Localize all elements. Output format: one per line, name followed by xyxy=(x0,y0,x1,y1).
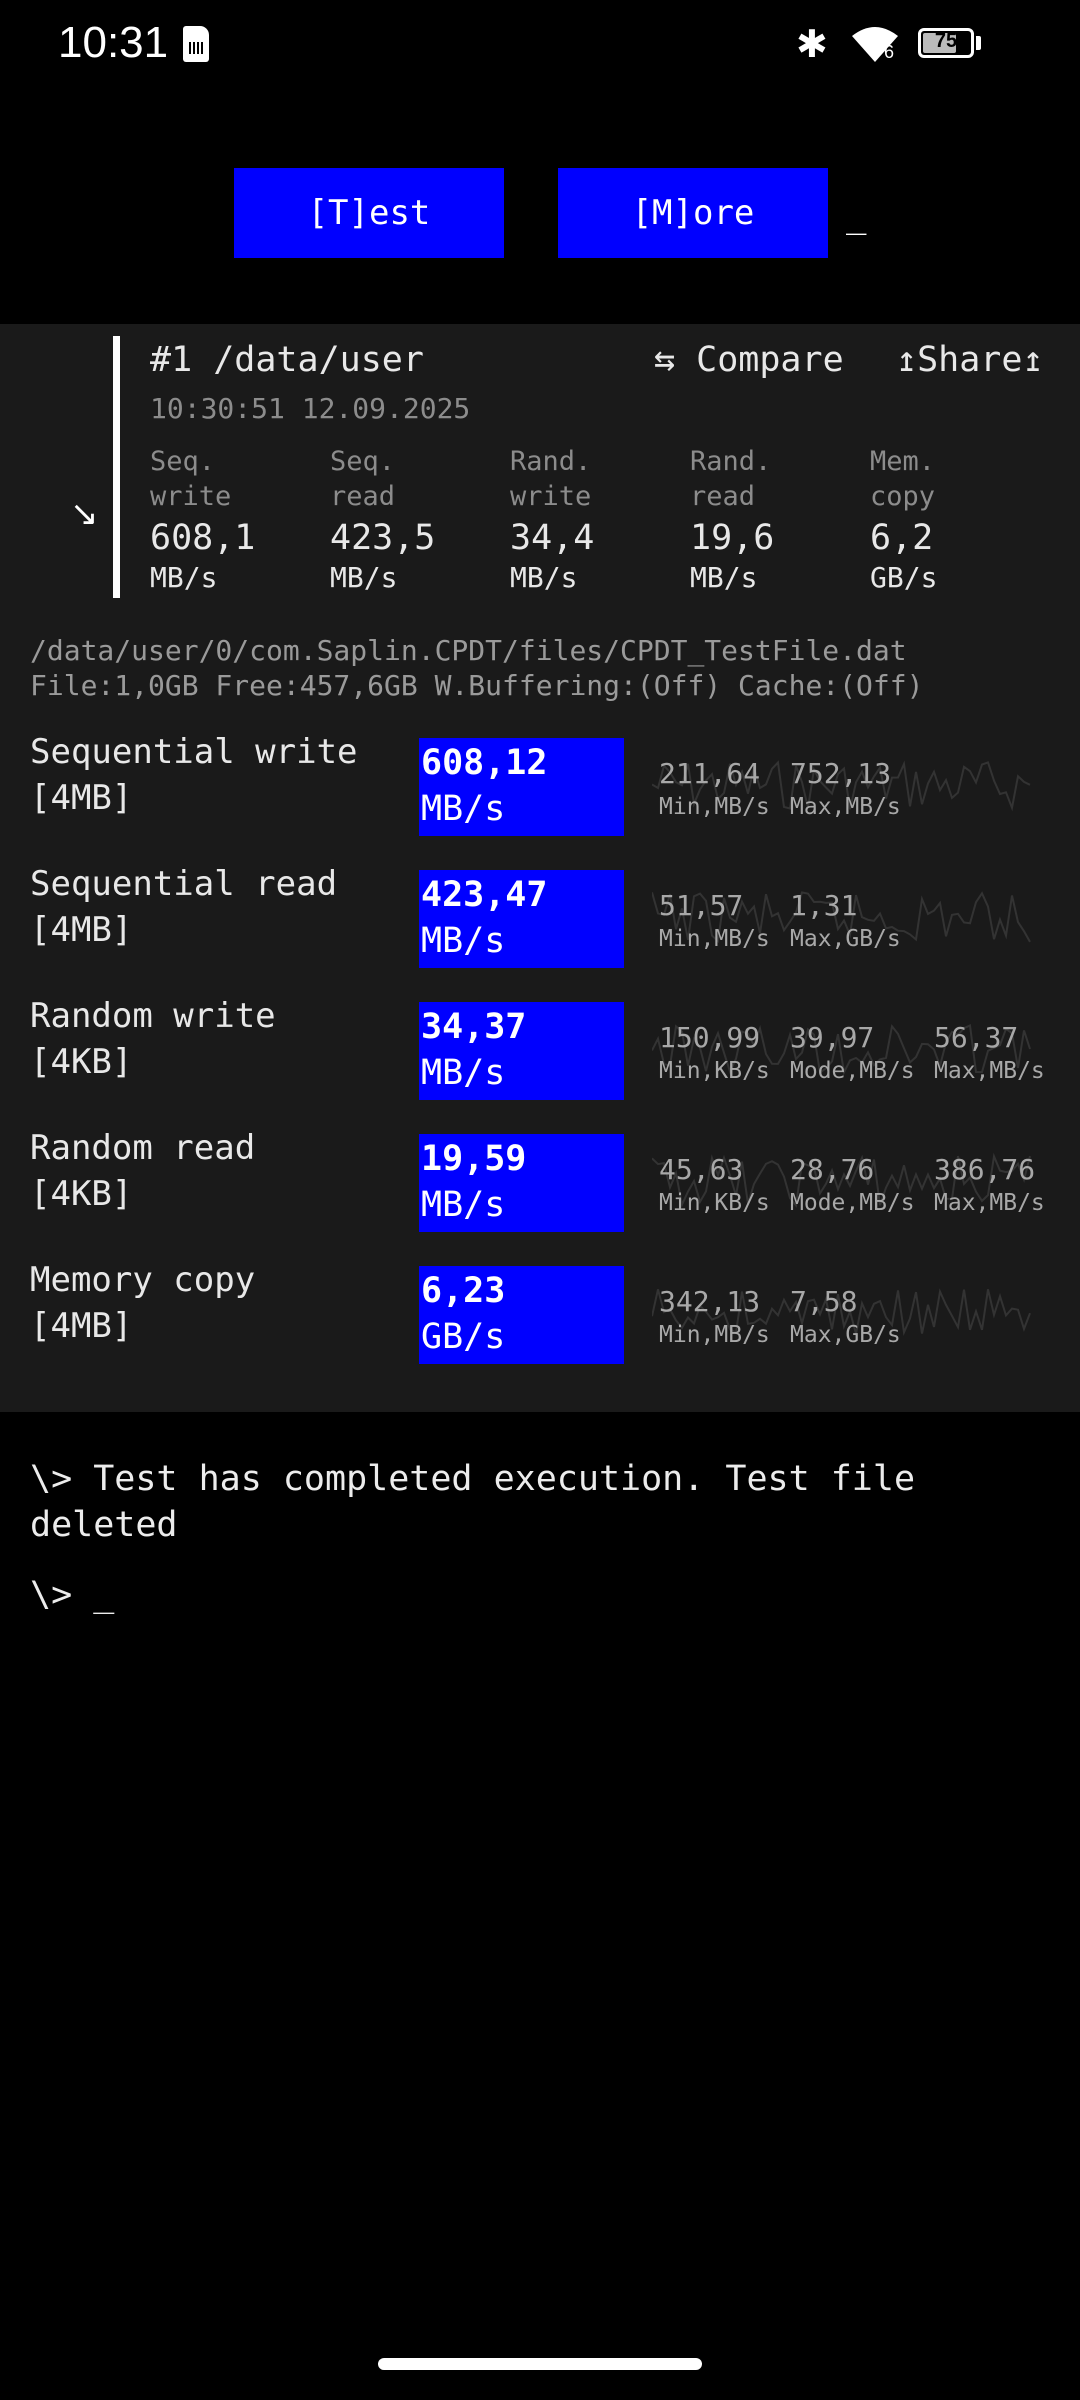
console-message-cont: deleted xyxy=(30,1505,178,1545)
stat-label: Min,KB/s xyxy=(659,1190,770,1216)
test-stat: 150,99 Min,KB/s xyxy=(659,1021,809,1087)
test-name: Random read [4KB] xyxy=(30,1128,256,1214)
test-name: Sequential write [4MB] xyxy=(30,732,358,818)
bluetooth-icon: ✱ xyxy=(796,22,828,66)
test-result: 6,23 GB/s xyxy=(419,1266,624,1364)
stat-label: Min,MB/s xyxy=(659,794,770,820)
test-result-unit: MB/s xyxy=(421,1185,506,1225)
stat-label: Max,MB/s xyxy=(934,1058,1045,1084)
stat-label: Max,MB/s xyxy=(790,794,901,820)
test-result-unit: MB/s xyxy=(421,1053,506,1093)
test-stat: 56,37 Max,MB/s xyxy=(934,1021,1080,1087)
test-stat: 342,13 Min,MB/s xyxy=(659,1285,809,1351)
summary-unit: MB/s xyxy=(510,561,578,594)
test-result-value: 34,37 xyxy=(421,1007,527,1047)
stat-label: Min,MB/s xyxy=(659,1322,770,1348)
battery-tip xyxy=(976,36,981,50)
test-stat: 7,58 Max,GB/s xyxy=(790,1285,940,1351)
test-button[interactable]: [T]est xyxy=(234,168,504,258)
summary-unit: MB/s xyxy=(330,561,398,594)
stat-value: 386,76 xyxy=(934,1153,1036,1186)
test-result-unit: MB/s xyxy=(421,789,506,829)
stat-value: 28,76 xyxy=(790,1153,875,1186)
summary-unit: MB/s xyxy=(690,561,758,594)
summary-seq-write: Seq. write 608,1 MB/s xyxy=(150,444,320,595)
summary-label: Rand. write xyxy=(510,446,592,512)
summary-value: 6,2 xyxy=(870,518,934,558)
stat-label: Mode,MB/s xyxy=(790,1058,915,1084)
wifi-badge: 6 xyxy=(884,42,895,62)
summary-label: Mem. copy xyxy=(870,446,936,512)
test-result-value: 19,59 xyxy=(421,1139,527,1179)
summary-unit: MB/s xyxy=(150,561,218,594)
stat-value: 51,57 xyxy=(659,889,744,922)
summary-label: Rand. read xyxy=(690,446,772,512)
expand-arrow-icon[interactable]: ↘ xyxy=(70,494,99,534)
stat-value: 211,64 xyxy=(659,757,761,790)
summary-seq-read: Seq. read 423,5 MB/s xyxy=(330,444,500,595)
summary-label: Seq. write xyxy=(150,446,232,512)
test-result-value: 608,12 xyxy=(421,743,548,783)
test-result-unit: GB/s xyxy=(421,1317,506,1357)
test-result: 608,12 MB/s xyxy=(419,738,624,836)
summary-label: Seq. read xyxy=(330,446,396,512)
stat-value: 7,58 xyxy=(790,1285,858,1318)
console-message: \> Test has completed execution. Test fi… xyxy=(30,1459,916,1499)
summary-value: 423,5 xyxy=(330,518,436,558)
home-indicator[interactable] xyxy=(378,2358,702,2370)
test-stat: 45,63 Min,KB/s xyxy=(659,1153,809,1219)
stat-label: Max,GB/s xyxy=(790,1322,901,1348)
stat-value: 1,31 xyxy=(790,889,858,922)
run-datetime: 10:30:51 12.09.2025 xyxy=(150,392,471,425)
summary-mem-copy: Mem. copy 6,2 GB/s xyxy=(870,444,1040,595)
stat-label: Mode,MB/s xyxy=(790,1190,915,1216)
test-name: Memory copy [4MB] xyxy=(30,1260,256,1346)
summary-unit: GB/s xyxy=(870,561,938,594)
test-result: 423,47 MB/s xyxy=(419,870,624,968)
stat-label: Max,MB/s xyxy=(934,1190,1045,1216)
summary-rand-read: Rand. read 19,6 MB/s xyxy=(690,444,860,595)
test-result-unit: MB/s xyxy=(421,921,506,961)
test-result: 19,59 MB/s xyxy=(419,1134,624,1232)
status-time: 10:31 xyxy=(58,18,169,67)
run-title: #1 /data/user xyxy=(150,340,424,380)
stat-value: 342,13 xyxy=(659,1285,761,1318)
stat-label: Min,KB/s xyxy=(659,1058,770,1084)
test-stat: 211,64 Min,MB/s xyxy=(659,757,809,823)
test-stat: 51,57 Min,MB/s xyxy=(659,889,809,955)
test-name: Sequential read [4MB] xyxy=(30,864,338,950)
test-file-info: File:1,0GB Free:457,6GB W.Buffering:(Off… xyxy=(30,669,924,702)
test-stat: 28,76 Mode,MB/s xyxy=(790,1153,940,1219)
battery-icon: 75 xyxy=(918,28,974,58)
compare-button[interactable]: ⇆ Compare xyxy=(654,340,844,380)
summary-rand-write: Rand. write 34,4 MB/s xyxy=(510,444,680,595)
stat-value: 56,37 xyxy=(934,1021,1019,1054)
summary-value: 608,1 xyxy=(150,518,256,558)
cursor: _ xyxy=(846,196,867,236)
test-name: Random write [4KB] xyxy=(30,996,276,1082)
test-result-value: 6,23 xyxy=(421,1271,506,1311)
stat-value: 150,99 xyxy=(659,1021,761,1054)
test-file-path: /data/user/0/com.Saplin.CPDT/files/CPDT_… xyxy=(30,634,907,667)
test-stat: 39,97 Mode,MB/s xyxy=(790,1021,940,1087)
battery-percent: 75 xyxy=(934,30,958,52)
stat-value: 39,97 xyxy=(790,1021,875,1054)
sd-card-icon xyxy=(183,26,209,62)
console-prompt[interactable]: \> _ xyxy=(30,1572,114,1618)
stat-label: Max,GB/s xyxy=(790,926,901,952)
summary-value: 34,4 xyxy=(510,518,595,558)
stat-value: 752,13 xyxy=(790,757,892,790)
test-stat: 386,76 Max,MB/s xyxy=(934,1153,1080,1219)
test-result: 34,37 MB/s xyxy=(419,1002,624,1100)
stat-label: Min,MB/s xyxy=(659,926,770,952)
test-stat: 752,13 Max,MB/s xyxy=(790,757,940,823)
stat-value: 45,63 xyxy=(659,1153,744,1186)
share-button[interactable]: ↥Share↥ xyxy=(896,340,1044,380)
summary-value: 19,6 xyxy=(690,518,775,558)
summary-divider xyxy=(113,336,120,598)
more-button[interactable]: [M]ore xyxy=(558,168,828,258)
test-result-value: 423,47 xyxy=(421,875,548,915)
test-stat: 1,31 Max,GB/s xyxy=(790,889,940,955)
